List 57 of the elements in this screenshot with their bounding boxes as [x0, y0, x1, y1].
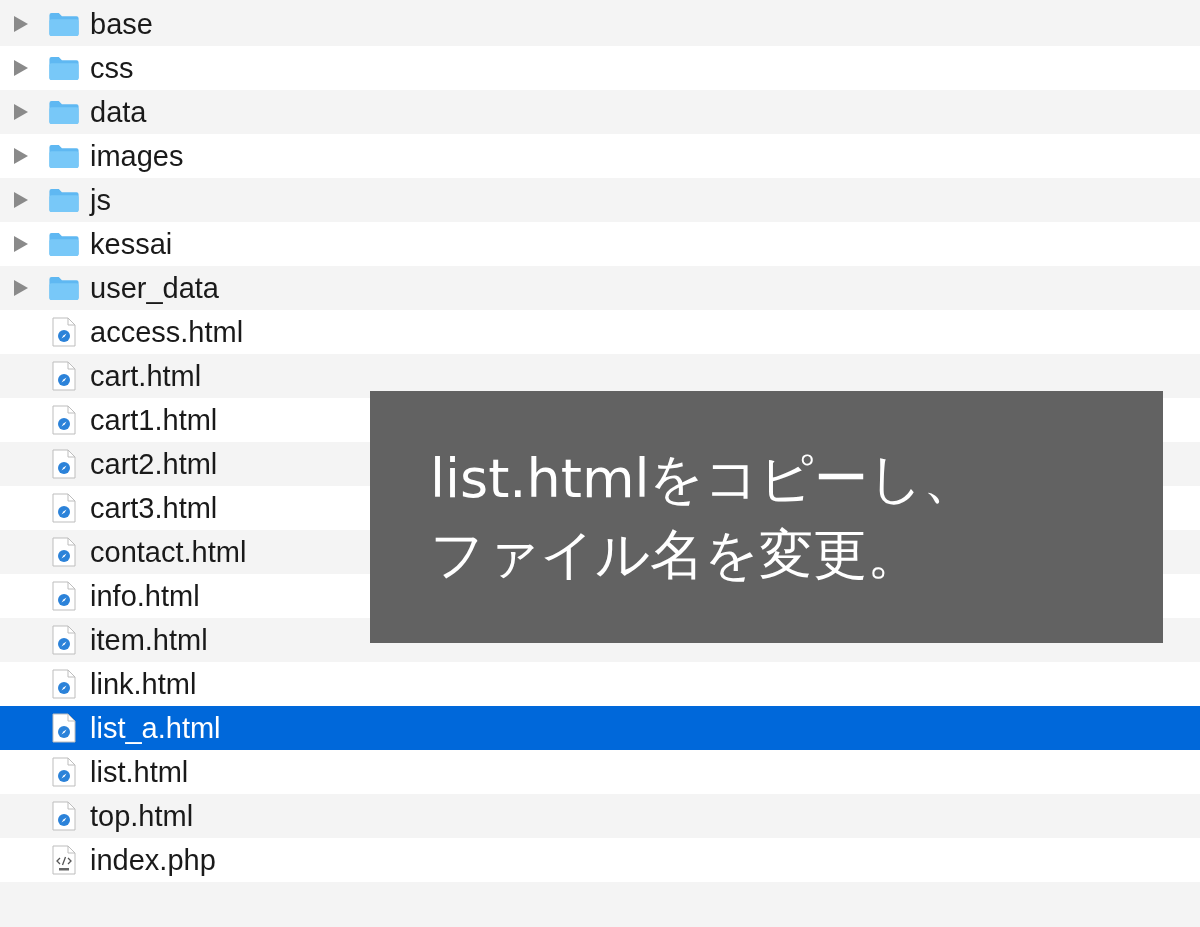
web-document-icon	[52, 537, 76, 567]
file-name: css	[90, 51, 134, 85]
file-name: contact.html	[90, 535, 247, 569]
file-name: base	[90, 7, 153, 41]
web-document-icon	[52, 317, 76, 347]
folder-icon	[48, 143, 80, 169]
folder-icon	[48, 187, 80, 213]
web-document-icon	[52, 669, 76, 699]
web-document-icon	[52, 625, 76, 655]
file-name: user_data	[90, 271, 219, 305]
web-document-icon	[52, 361, 76, 391]
folder-icon	[48, 99, 80, 125]
file-row[interactable]: css	[0, 46, 1200, 90]
disclosure-triangle-icon[interactable]	[14, 236, 28, 252]
file-row[interactable]: index.php	[0, 838, 1200, 882]
web-document-icon	[52, 449, 76, 479]
disclosure-triangle-icon[interactable]	[14, 16, 28, 32]
web-document-icon	[52, 713, 76, 743]
file-row[interactable]: images	[0, 134, 1200, 178]
web-document-icon	[52, 493, 76, 523]
web-document-icon	[52, 801, 76, 831]
file-name: list_a.html	[90, 711, 221, 745]
file-row[interactable]: list_a.html	[0, 706, 1200, 750]
file-row[interactable]: list.html	[0, 750, 1200, 794]
file-name: access.html	[90, 315, 244, 349]
web-document-icon	[52, 757, 76, 787]
caption-text: ファイル名を変更。	[430, 522, 921, 588]
disclosure-triangle-icon[interactable]	[14, 192, 28, 208]
web-document-icon	[52, 405, 76, 435]
file-name: list.html	[90, 755, 189, 789]
file-name: data	[90, 95, 147, 129]
disclosure-triangle-icon[interactable]	[14, 148, 28, 164]
file-name: kessai	[90, 227, 173, 261]
caption-text: list.htmlをコピーし、	[430, 446, 978, 512]
disclosure-triangle-icon[interactable]	[14, 104, 28, 120]
file-name: top.html	[90, 799, 194, 833]
file-name: link.html	[90, 667, 197, 701]
code-document-icon	[52, 845, 76, 875]
file-row[interactable]: access.html	[0, 310, 1200, 354]
disclosure-triangle-icon[interactable]	[14, 60, 28, 76]
file-name: info.html	[90, 579, 200, 613]
file-name: cart3.html	[90, 491, 218, 525]
file-name: item.html	[90, 623, 208, 657]
file-name: images	[90, 139, 184, 173]
file-name: js	[90, 183, 111, 217]
file-name: cart1.html	[90, 403, 218, 437]
file-row[interactable]: kessai	[0, 222, 1200, 266]
web-document-icon	[52, 581, 76, 611]
file-name: cart.html	[90, 359, 202, 393]
folder-icon	[48, 11, 80, 37]
folder-icon	[48, 55, 80, 81]
disclosure-triangle-icon[interactable]	[14, 280, 28, 296]
file-row[interactable]: link.html	[0, 662, 1200, 706]
folder-icon	[48, 275, 80, 301]
file-name: cart2.html	[90, 447, 218, 481]
folder-icon	[48, 231, 80, 257]
file-name: index.php	[90, 843, 216, 877]
